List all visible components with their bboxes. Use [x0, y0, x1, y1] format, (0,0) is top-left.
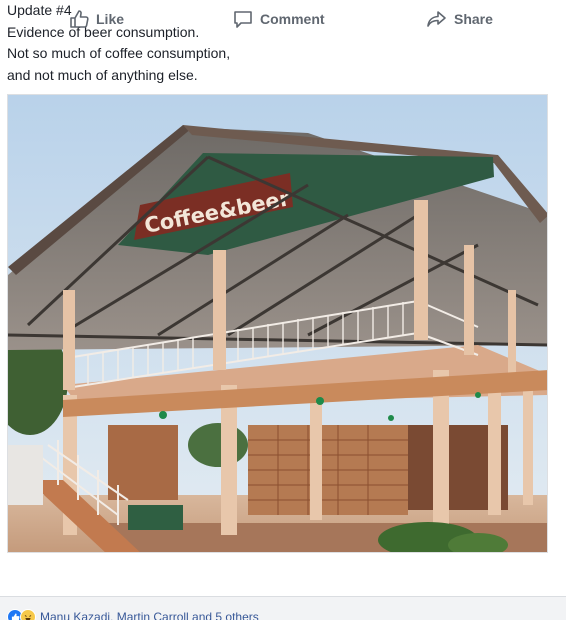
- building-illustration: Coffee&beer: [8, 95, 547, 552]
- bin: [128, 505, 183, 530]
- share-button[interactable]: Share: [426, 8, 493, 30]
- post-photo[interactable]: Coffee&beer: [7, 94, 548, 553]
- side-shed: [8, 445, 43, 505]
- reactions-text[interactable]: Manu Kazadi, Martin Carroll and 5 others: [40, 610, 259, 620]
- thumbs-up-icon: [68, 8, 90, 30]
- reactions-summary[interactable]: Manu Kazadi, Martin Carroll and 5 others: [7, 609, 259, 620]
- haha-reaction-icon: [20, 609, 36, 620]
- tree-mid: [188, 423, 248, 467]
- reaction-icons: [7, 609, 36, 620]
- comment-label: Comment: [260, 11, 325, 27]
- share-label: Share: [454, 11, 493, 27]
- share-icon: [426, 8, 448, 30]
- post-line-3: Not so much of coffee consumption,: [7, 45, 231, 61]
- like-button[interactable]: Like: [68, 8, 124, 30]
- like-label: Like: [96, 11, 125, 27]
- comment-icon: [232, 8, 254, 30]
- comment-button[interactable]: Comment: [232, 8, 325, 30]
- post-line-4: and not much of anything else.: [7, 66, 198, 83]
